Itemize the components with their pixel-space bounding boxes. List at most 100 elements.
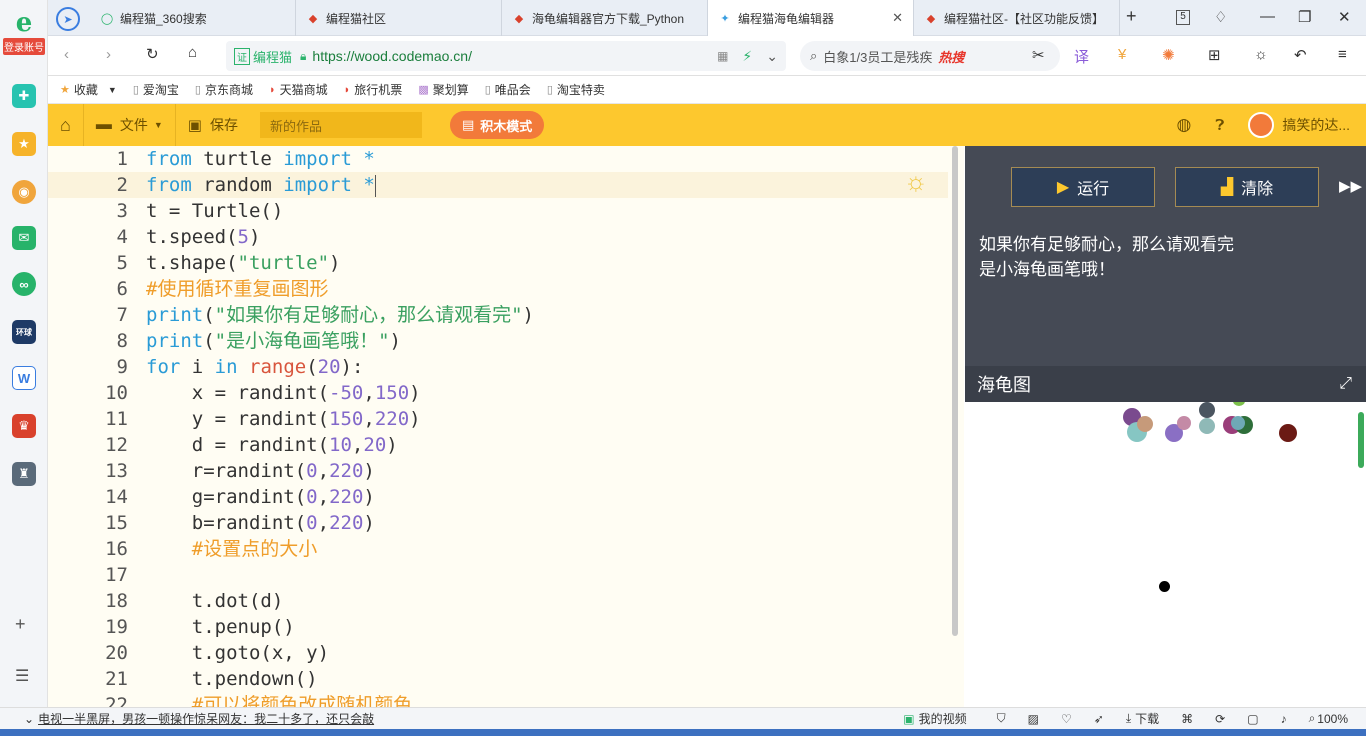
brightness-icon[interactable]: ☼ (1254, 46, 1268, 63)
bookmark-item[interactable]: ◗ 天猫商城 (269, 81, 328, 98)
game-icon[interactable]: ♛ (12, 414, 36, 438)
shield-icon[interactable]: ⛉ (997, 711, 1006, 726)
expand-panel-icon[interactable]: ▶▶ (1339, 177, 1362, 195)
my-video-link[interactable]: 我的视频 (919, 710, 967, 727)
mail-icon[interactable]: ✉ (12, 226, 36, 250)
login-account-button[interactable]: 登录账号 (3, 38, 45, 55)
coin-icon[interactable]: ¥ (1118, 46, 1126, 63)
code-line[interactable]: 10 x = randint(-50,150) (48, 380, 948, 406)
avatar[interactable] (1248, 112, 1275, 138)
bookmark-item[interactable]: ▯ 唯品会 (485, 81, 531, 98)
tab-codemao-community[interactable]: ◆ 编程猫社区 (296, 0, 502, 36)
tab-count-badge[interactable]: 5 (1176, 10, 1190, 25)
game-toolbar-icon[interactable]: ✺ (1162, 46, 1175, 64)
globe-icon[interactable]: ◍ (1176, 115, 1191, 135)
star-icon[interactable]: ★ (12, 132, 36, 156)
block-mode-button[interactable]: ▤ 积木模式 (449, 111, 545, 139)
code-line[interactable]: 1 from turtle import * (48, 146, 948, 172)
code-line[interactable]: 11 y = randint(150,220) (48, 406, 948, 432)
undo-icon[interactable]: ↶ (1294, 46, 1307, 64)
download-link[interactable]: 下载 (1135, 710, 1159, 727)
close-window-icon[interactable]: ✕ (1338, 8, 1351, 26)
theme-toggle-icon[interactable]: ☼ (904, 166, 928, 197)
home-button[interactable]: ⌂ (48, 104, 84, 146)
code-line[interactable]: 8 print("是小海龟画笔哦！") (48, 328, 948, 354)
refresh-icon[interactable]: ↻ (146, 45, 159, 63)
zoom-level[interactable]: 100% (1317, 712, 1348, 726)
code-line[interactable]: 7 print("如果你有足够耐心，那么请观看完") (48, 302, 948, 328)
code-line[interactable]: 14 g=randint(0,220) (48, 484, 948, 510)
fullscreen-icon[interactable]: ⤢ (1339, 375, 1352, 393)
clear-button[interactable]: ▟ 清除 (1175, 167, 1319, 207)
help-icon[interactable]: ❓︎ (1215, 117, 1224, 134)
speaker-icon[interactable]: ♪ (1281, 712, 1287, 726)
more-icon[interactable]: ≡ (1338, 46, 1347, 63)
code-line[interactable]: 9 for i in range(20): (48, 354, 948, 380)
apps-icon[interactable]: ⊞ (1208, 46, 1221, 64)
add-icon[interactable]: + (15, 614, 26, 635)
global-shopping-icon[interactable]: 环球 (12, 320, 36, 344)
hot-search-label[interactable]: 热搜 (938, 47, 964, 66)
heart-icon[interactable]: ♡ (1061, 712, 1072, 726)
code-line[interactable]: 21 t.pendown() (48, 666, 948, 692)
bookmark-item[interactable]: ◗ 旅行机票 (344, 81, 403, 98)
window-icon[interactable]: ▢ (1247, 712, 1258, 726)
home-icon[interactable]: ⌂ (188, 44, 197, 61)
rocket-icon[interactable]: ➶ (1094, 712, 1104, 726)
health-icon[interactable]: ✚ (12, 84, 36, 108)
scissors-icon[interactable]: ✂ (1032, 46, 1045, 64)
image-icon[interactable]: ▨ (1028, 712, 1039, 726)
back-icon[interactable]: ‹ (64, 46, 69, 63)
weibo-icon[interactable]: ◉ (12, 180, 36, 204)
code-line[interactable]: 18 t.dot(d) (48, 588, 948, 614)
code-line[interactable]: 12 d = randint(10,20) (48, 432, 948, 458)
link-icon[interactable]: ∞ (12, 272, 36, 296)
code-line[interactable]: 13 r=randint(0,220) (48, 458, 948, 484)
document-icon[interactable]: W (12, 366, 36, 390)
code-line[interactable]: 6 #使用循环重复画图形 (48, 276, 948, 302)
tab-community-feedback[interactable]: ◆ 编程猫社区-【社区功能反馈】 (914, 0, 1120, 36)
menu-icon[interactable]: ☰ (15, 666, 29, 686)
turtle-canvas[interactable] (965, 402, 1366, 707)
bookmark-item[interactable]: ▯ 京东商城 (195, 81, 253, 98)
minimize-icon[interactable]: — (1260, 8, 1275, 25)
close-tab-icon[interactable]: ✕ (892, 10, 903, 26)
shirt-icon[interactable]: ♢ (1214, 8, 1227, 26)
speed-icon[interactable]: ⚡ (742, 48, 752, 65)
tab-turtle-download[interactable]: ◆ 海龟编辑器官方下载_Python (502, 0, 708, 36)
editor-scrollbar[interactable] (952, 146, 958, 636)
code-line[interactable]: 22 #可以将颜色改成随机颜色 (48, 692, 948, 707)
translate-icon[interactable]: 译 (1074, 46, 1089, 67)
bookmark-item[interactable]: ▯ 爱淘宝 (133, 81, 179, 98)
refresh-icon[interactable]: ⟳ (1215, 712, 1225, 726)
address-input[interactable]: 证 编程猫 🔒︎ https://wood.codemao.cn/ ▦ ⚡ ⌄ (226, 41, 786, 71)
bookmark-item[interactable]: ▯ 淘宝特卖 (547, 81, 605, 98)
code-line[interactable]: 5 t.shape("turtle") (48, 250, 948, 276)
chevron-down-icon[interactable]: ⌄ (766, 48, 778, 65)
restore-icon[interactable]: ❐ (1298, 8, 1311, 26)
code-line-current[interactable]: 2 from random import * (48, 172, 948, 198)
code-line[interactable]: 17 (48, 562, 948, 588)
code-line[interactable]: 19 t.penup() (48, 614, 948, 640)
code-line[interactable]: 3 t = Turtle() (48, 198, 948, 224)
work-name-input[interactable]: 新的作品 (259, 112, 422, 138)
search-box[interactable]: ⌕ 白象1/3员工是残疾 热搜 (800, 41, 1060, 71)
code-editor[interactable]: 1 from turtle import * 2 from random impor… (48, 146, 964, 707)
new-tab-icon[interactable]: + (1126, 6, 1137, 27)
tab-360-search[interactable]: ◯ 编程猫_360搜索 (90, 0, 296, 36)
qr-icon[interactable]: ▦ (717, 49, 728, 63)
news-ticker[interactable]: 电视一半黑屏，男孩一顿操作惊呆网友：我二十多了，还只会敲 (38, 710, 374, 727)
navigation-icon[interactable]: ➤ (56, 7, 80, 31)
file-menu-button[interactable]: ▬ 文件 ▼ (84, 104, 176, 146)
code-line[interactable]: 4 t.speed(5) (48, 224, 948, 250)
save-button[interactable]: ▣ 保存 (176, 104, 250, 146)
code-line[interactable]: 16 #设置点的大小 (48, 536, 948, 562)
user-name[interactable]: 搞笑的达... (1282, 115, 1350, 135)
bookmark-favorites[interactable]: ★ 收藏 ▼ (60, 81, 117, 98)
network-icon[interactable]: ⌘ (1181, 712, 1193, 726)
code-line[interactable]: 15 b=randint(0,220) (48, 510, 948, 536)
bookmark-item[interactable]: ▩ 聚划算 (418, 81, 468, 98)
game2-icon[interactable]: ♜ (12, 462, 36, 486)
canvas-scrollbar[interactable] (1358, 412, 1364, 468)
forward-icon[interactable]: › (106, 46, 111, 63)
